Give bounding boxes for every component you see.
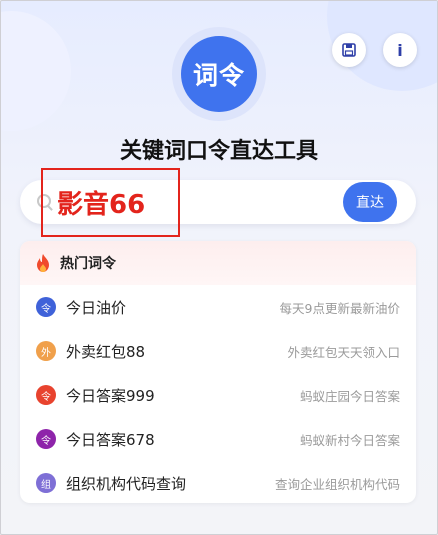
save-button[interactable] xyxy=(332,33,366,67)
list-item-title: 今日答案999 xyxy=(66,386,155,405)
list-item-badge: 外 xyxy=(36,341,56,361)
list-item-title: 外卖红包88 xyxy=(66,342,146,361)
save-icon xyxy=(342,43,356,57)
list-item-badge: 令 xyxy=(36,385,56,405)
list-item-badge: 令 xyxy=(36,297,56,317)
list-item[interactable]: 令今日油价 每天9点更新最新油价 xyxy=(20,285,416,329)
fire-icon xyxy=(37,254,49,272)
go-button[interactable]: 直达 xyxy=(343,182,397,222)
list-item-desc: 每天9点更新最新油价 xyxy=(279,300,400,316)
list-item-desc: 蚂蚁庄园今日答案 xyxy=(299,388,400,404)
list-item-badge: 组 xyxy=(36,473,56,493)
info-icon: i xyxy=(397,40,403,60)
list-item-badge: 令 xyxy=(36,429,56,449)
list-item[interactable]: 令今日答案678 蚂蚁新村今日答案 xyxy=(20,417,416,461)
page-title: 关键词口令直达工具 xyxy=(119,139,318,164)
annotation-text: 影音66 xyxy=(57,190,146,220)
hot-commands-header: 热门词令 xyxy=(20,241,416,285)
decor-blob xyxy=(1,11,71,131)
list-item-title: 组织机构代码查询 xyxy=(66,474,187,493)
list-item-title: 今日答案678 xyxy=(66,430,155,449)
info-button[interactable]: i xyxy=(383,33,417,67)
app-frame: 词令 i 关键词口令直达工具 直达 影音66 热门词令 令今日油价 每天9点更新最… xyxy=(0,0,438,535)
list-item-desc: 外卖红包天天领入口 xyxy=(287,344,400,360)
list-item[interactable]: 外外卖红包88 外卖红包天天领入口 xyxy=(20,329,416,373)
list-item[interactable]: 令今日答案999 蚂蚁庄园今日答案 xyxy=(20,373,416,417)
list-item[interactable]: 组组织机构代码查询 查询企业组织机构代码 xyxy=(20,461,416,503)
list-item-desc: 蚂蚁新村今日答案 xyxy=(299,432,400,448)
hot-commands-title: 热门词令 xyxy=(60,256,116,272)
hot-commands-card: 热门词令 令今日油价 每天9点更新最新油价外外卖红包88 外卖红包天天领入口令今日答… xyxy=(20,241,416,503)
app-logo: 词令 xyxy=(181,36,257,112)
list-item-title: 今日油价 xyxy=(66,298,127,317)
list-item-desc: 查询企业组织机构代码 xyxy=(274,476,400,492)
